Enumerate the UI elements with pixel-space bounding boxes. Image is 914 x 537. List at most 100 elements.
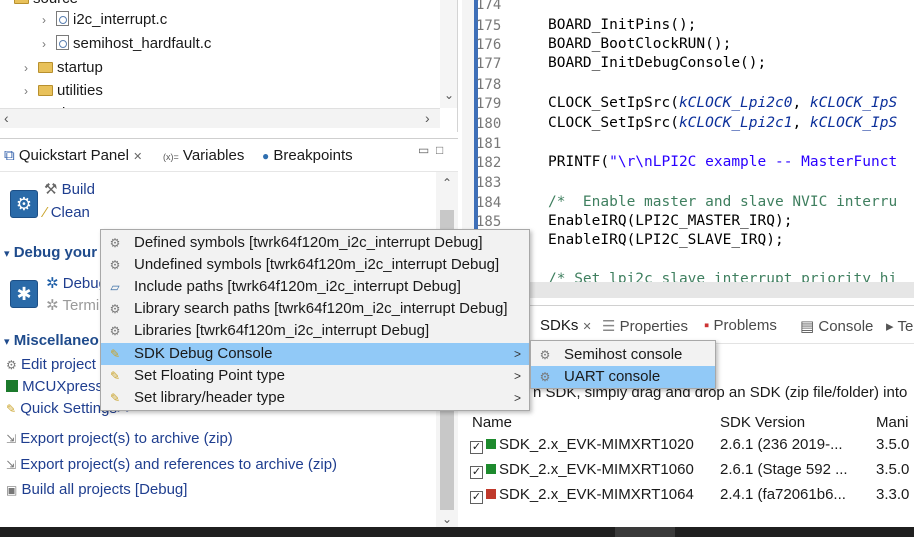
mcuxpresso-link[interactable]: MCUXpress	[6, 378, 103, 395]
tree-item-label: semihost_hardfault.c	[73, 35, 212, 52]
menu-item-uart-console[interactable]: ⚙ UART console	[531, 366, 715, 388]
tab-variables[interactable]: (x)= Variables	[163, 147, 244, 164]
tab-label: SDKs	[540, 317, 579, 334]
menu-item-library-search-paths[interactable]: ⚙ Library search paths [twrk64f120m_i2c_…	[101, 298, 529, 320]
tab-label: Quickstart Panel	[18, 147, 129, 164]
column-name[interactable]: Name	[472, 414, 512, 431]
chevron-right-icon[interactable]: ›	[42, 9, 56, 31]
quick-settings-icon: ✎	[109, 369, 121, 383]
taskbar	[0, 527, 914, 537]
menu-item-label: UART console	[564, 368, 661, 385]
menu-item-undefined-symbols[interactable]: ⚙ Undefined symbols [twrk64f120m_i2c_int…	[101, 254, 529, 276]
tab-terminal[interactable]: ▸ Termin	[886, 317, 914, 335]
chevron-right-icon[interactable]: ›	[24, 80, 38, 102]
build-gear-icon: ⚙	[10, 190, 38, 218]
tree-item-label: i2c_interrupt.c	[73, 11, 168, 28]
tree-item-folder[interactable]: › startup	[24, 57, 103, 79]
tab-label: Breakpoints	[273, 147, 353, 164]
build-button[interactable]: ⚒ Build	[44, 180, 95, 198]
tab-problems[interactable]: ▪ Problems	[704, 317, 777, 334]
checkbox[interactable]: ✓	[470, 441, 483, 454]
tree-item-label: startup	[57, 59, 103, 76]
line-number: 181	[476, 136, 502, 152]
chevron-up-icon[interactable]: ⌃	[442, 176, 452, 190]
clean-button[interactable]: ⁄ Clean	[44, 204, 90, 221]
menu-item-sdk-debug-console[interactable]: ✎ SDK Debug Console >	[101, 343, 529, 365]
code-line: PRINTF("\r\nLPI2C example -- MasterFunct	[548, 154, 898, 170]
sdk-version: 2.6.1 (236 2019-...	[720, 436, 843, 453]
minimize-icon[interactable]: ▭	[418, 143, 429, 157]
code-line: BOARD_BootClockRUN();	[548, 36, 732, 52]
line-number: 178	[476, 77, 502, 93]
sdk-name: SDK_2.x_EVK-MIMXRT1060	[499, 461, 694, 478]
export-references-link[interactable]: ⇲ Export project(s) and references to ar…	[6, 456, 337, 473]
menu-item-defined-symbols[interactable]: ⚙ Defined symbols [twrk64f120m_i2c_inter…	[101, 232, 529, 254]
collapse-icon[interactable]: ▾	[4, 248, 10, 260]
quickstart-icon: ⧉	[4, 147, 15, 164]
include-icon: ▱	[110, 280, 120, 294]
column-sdk-version[interactable]: SDK Version	[720, 414, 805, 431]
chevron-right-icon[interactable]: ›	[425, 110, 430, 126]
tree-item-file[interactable]: › i2c_interrupt.c	[42, 9, 167, 31]
close-icon[interactable]: ✕	[583, 321, 592, 333]
export-project-link[interactable]: ⇲ Export project(s) to archive (zip)	[6, 430, 233, 447]
context-menu: ⚙ Defined symbols [twrk64f120m_i2c_inter…	[100, 229, 530, 411]
tab-quickstart-panel[interactable]: ⧉ Quickstart Panel ✕	[4, 147, 142, 164]
menu-item-libraries[interactable]: ⚙ Libraries [twrk64f120m_i2c_interrupt D…	[101, 320, 529, 342]
table-row[interactable]: ✓ SDK_2.x_EVK-MIMXRT1064	[470, 486, 694, 504]
sdk-name: SDK_2.x_EVK-MIMXRT1064	[499, 486, 694, 503]
menu-item-label: Undefined symbols [twrk64f120m_i2c_inter…	[134, 256, 500, 273]
horizontal-scrollbar[interactable]: ‹ ›	[0, 108, 440, 128]
tab-breakpoints[interactable]: ● Breakpoints	[262, 147, 353, 164]
code-comment: /* Enable master and slave NVIC interru	[548, 194, 898, 210]
menu-item-semihost-console[interactable]: ⚙ Semihost console	[531, 344, 715, 366]
tab-console[interactable]: ▤ Console	[800, 317, 873, 335]
vertical-scrollbar[interactable]: ⌄	[440, 0, 457, 108]
line-number: 176	[476, 37, 502, 53]
tree-item-file[interactable]: › semihost_hardfault.c	[42, 33, 211, 55]
build-all-link[interactable]: ▣ Build all projects [Debug]	[6, 481, 187, 498]
tree-item-label: source	[33, 0, 78, 7]
column-manifest[interactable]: Mani	[876, 414, 909, 431]
properties-icon: ☰	[602, 318, 616, 335]
chevron-down-icon[interactable]: ⌄	[442, 512, 452, 526]
variables-icon: (x)=	[163, 152, 179, 162]
collapse-icon[interactable]: ▾	[4, 336, 10, 348]
tab-label: Problems	[713, 317, 777, 334]
c-file-icon	[56, 35, 69, 50]
chevron-down-icon[interactable]: ⌄	[444, 88, 454, 102]
breakpoints-icon: ●	[262, 149, 270, 163]
menu-item-include-paths[interactable]: ▱ Include paths [twrk64f120m_i2c_interru…	[101, 276, 529, 298]
debug-bug-icon: ✱	[10, 280, 38, 308]
tab-properties[interactable]: ☰ Properties	[602, 317, 688, 335]
folder-icon	[14, 0, 29, 4]
chevron-right-icon[interactable]: ›	[42, 33, 56, 55]
terminate-button[interactable]: ✲ Termin	[46, 296, 108, 314]
maximize-icon[interactable]: □	[436, 143, 443, 157]
close-icon[interactable]: ✕	[133, 151, 142, 163]
submenu-arrow-icon: >	[513, 369, 521, 383]
menu-item-floating-point[interactable]: ✎ Set Floating Point type >	[101, 365, 529, 387]
submenu: ⚙ Semihost console ⚙ UART console	[530, 340, 716, 389]
section-miscellaneous[interactable]: ▾ Miscellaneo	[4, 332, 99, 349]
line-number: 185	[476, 214, 502, 230]
edit-project-link[interactable]: ⚙ Edit project	[6, 356, 96, 373]
checkbox[interactable]: ✓	[470, 466, 483, 479]
taskbar-item[interactable]	[615, 527, 675, 537]
section-debug[interactable]: ▾ Debug your	[4, 244, 97, 261]
console-icon: ▤	[800, 318, 815, 335]
gear-icon: ⚙	[109, 302, 121, 316]
table-row[interactable]: ✓ SDK_2.x_EVK-MIMXRT1060	[470, 461, 694, 479]
tree-item-folder[interactable]: › utilities	[24, 80, 103, 102]
table-row[interactable]: ✓ SDK_2.x_EVK-MIMXRT1020	[470, 436, 694, 454]
line-number: 175	[476, 18, 502, 34]
code-line: CLOCK_SetIpSrc(kCLOCK_Lpi2c1, kCLOCK_IpS	[548, 115, 898, 131]
checkbox[interactable]: ✓	[470, 491, 483, 504]
tab-sdks[interactable]: SDKs ✕	[540, 317, 592, 334]
debug-button[interactable]: ✲ Debug	[46, 274, 107, 292]
menu-item-library-header-type[interactable]: ✎ Set library/header type >	[101, 387, 529, 409]
chevron-right-icon[interactable]: ›	[24, 57, 38, 79]
chevron-left-icon[interactable]: ‹	[4, 110, 9, 126]
folder-icon	[38, 62, 53, 73]
line-number: 184	[476, 195, 502, 211]
